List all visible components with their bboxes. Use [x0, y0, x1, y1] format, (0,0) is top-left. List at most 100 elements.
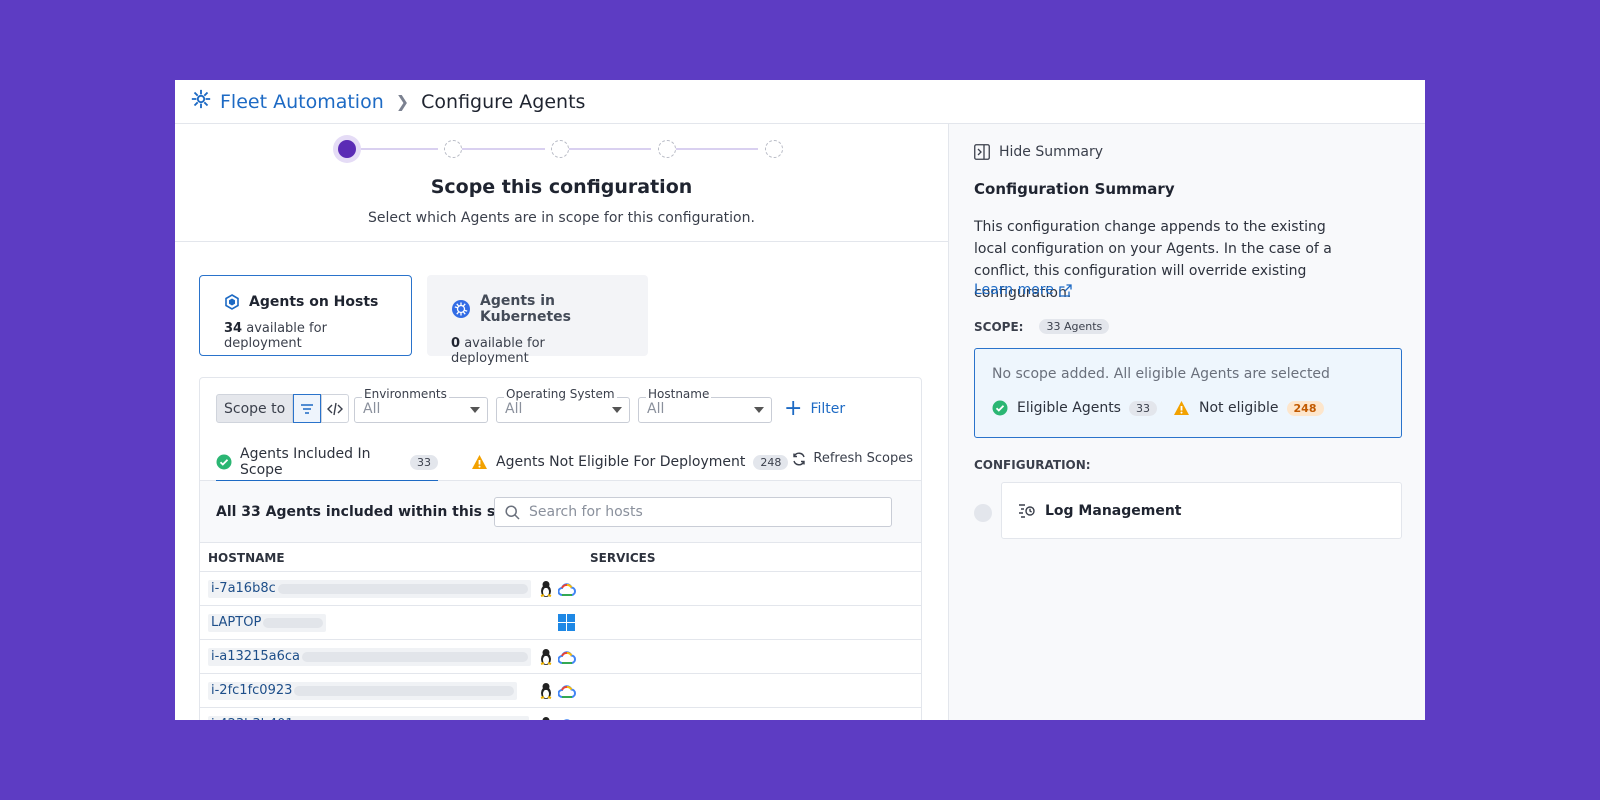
kubernetes-icon [451, 299, 471, 319]
filter-label: Filter [810, 401, 846, 417]
refresh-icon [792, 452, 806, 466]
card-count: 34 [224, 321, 243, 336]
log-management-label: Log Management [1045, 502, 1182, 519]
section-title: Scope this configuration [430, 176, 693, 198]
windows-icon [558, 614, 575, 635]
hostname-dropdown[interactable]: All Hostname [638, 387, 772, 423]
column-services[interactable]: SERVICES [590, 551, 655, 565]
card-subtitle: available for deployment [451, 336, 545, 366]
operating-system-dropdown[interactable]: All Operating System [496, 387, 630, 423]
gcp-cloud-icon [557, 650, 576, 669]
caret-down-icon [612, 407, 622, 413]
chevron-right-icon: ❯ [395, 92, 410, 111]
scope-to-toggle: Scope to [216, 394, 350, 423]
add-filter-button[interactable]: + Filter [784, 398, 845, 420]
gcp-cloud-icon [557, 582, 576, 601]
stepper-line [666, 148, 758, 150]
gcp-cloud-icon [557, 684, 576, 703]
agents-in-kubernetes-card[interactable]: Agents in Kubernetes 0 available for dep… [427, 275, 648, 366]
step-5[interactable] [765, 140, 783, 158]
breadcrumb-fleet-automation[interactable]: Fleet Automation [220, 91, 384, 113]
step-3[interactable] [551, 140, 569, 158]
table-row[interactable]: i-423b3b401 [200, 708, 921, 720]
plus-icon: + [784, 396, 803, 421]
os-icons [558, 614, 575, 635]
breadcrumb: Fleet Automation ❯ Configure Agents [175, 80, 1425, 124]
caret-down-icon [754, 407, 764, 413]
step-2[interactable] [444, 140, 462, 158]
scope-to-label: Scope to [216, 394, 294, 423]
stepper-line [559, 148, 651, 150]
linux-icon [538, 682, 554, 704]
scope-label-text: SCOPE: [974, 319, 1024, 334]
stepper [175, 124, 948, 174]
hide-summary-button[interactable]: Hide Summary [974, 144, 1103, 160]
count-badge: 248 [753, 454, 789, 470]
table-row[interactable]: i-a13215a6ca [200, 640, 921, 674]
tab-label: Agents Included In Scope [240, 446, 371, 478]
column-hostname[interactable]: HOSTNAME [208, 551, 285, 565]
stepper-line [453, 148, 545, 150]
table-header: HOSTNAME SERVICES [200, 543, 921, 572]
fleet-automation-icon [190, 88, 212, 115]
scope-info-box: No scope added. All eligible Agents are … [974, 348, 1402, 438]
not-eligible-label: Not eligible [1198, 400, 1279, 416]
linux-icon [538, 648, 554, 670]
hostname-link[interactable]: LAPTOP [208, 614, 327, 632]
step-1[interactable] [338, 140, 356, 158]
section-subtitle: Select which Agents are in scope for thi… [368, 210, 755, 226]
summary-sidebar: Hide Summary Configuration Summary This … [948, 124, 1425, 720]
environments-label: Environments [362, 387, 449, 401]
card-title: Agents on Hosts [249, 294, 379, 310]
eligibility-stats: Eligible Agents 33 Not eligible 248 [992, 400, 1324, 416]
refresh-label: Refresh Scopes [813, 451, 913, 466]
check-circle-icon [216, 454, 232, 470]
learn-more-link[interactable]: Learn more [974, 282, 1072, 298]
card-count: 0 [451, 336, 461, 351]
os-icons [538, 682, 576, 704]
not-eligible-count: 248 [1286, 400, 1324, 416]
operating-system-label: Operating System [504, 387, 617, 401]
scope-summary-text: All 33 Agents included within this scope [216, 504, 533, 520]
summary-title: Configuration Summary [974, 180, 1175, 198]
divider [175, 241, 948, 242]
scope-tabs: Agents Included In Scope 33 Agents Not E… [200, 441, 921, 483]
table-row[interactable]: LAPTOP [200, 606, 921, 640]
tab-included[interactable]: Agents Included In Scope 33 [216, 446, 438, 483]
log-management-card[interactable]: Log Management [1001, 482, 1402, 539]
warning-icon [471, 454, 488, 470]
code-icon[interactable] [321, 394, 350, 423]
refresh-scopes-button[interactable]: Refresh Scopes [792, 451, 913, 466]
search-input[interactable]: Search for hosts [494, 497, 892, 527]
hostname-link[interactable]: i-2fc1fc0923 [208, 682, 518, 700]
external-link-icon [1059, 283, 1072, 297]
config-radio[interactable] [974, 504, 992, 522]
filter-lines-icon[interactable] [293, 394, 322, 423]
app-window: Fleet Automation ❯ Configure Agents Scop… [175, 80, 1425, 720]
eligible-label: Eligible Agents [1017, 400, 1121, 416]
tab-label: Agents Not Eligible For Deployment [496, 454, 746, 470]
page-title: Configure Agents [421, 90, 586, 113]
linux-icon [538, 716, 554, 720]
tab-not-eligible[interactable]: Agents Not Eligible For Deployment 248 [471, 451, 789, 473]
search-bar: All 33 Agents included within this scope… [200, 481, 921, 543]
table-row[interactable]: i-2fc1fc0923 [200, 674, 921, 708]
step-4[interactable] [658, 140, 676, 158]
hostname-link[interactable]: i-7a16b8c [208, 580, 531, 598]
gcp-cloud-icon [558, 718, 576, 720]
card-title: Agents in Kubernetes [480, 293, 571, 325]
main-panel: Scope this configuration Select which Ag… [175, 124, 948, 720]
configuration-label: CONFIGURATION: [974, 458, 1091, 472]
collapse-panel-icon [974, 144, 990, 160]
hostname-link[interactable]: i-423b3b401 [208, 716, 529, 720]
agents-on-hosts-card[interactable]: Agents on Hosts 34 available for deploym… [199, 275, 412, 356]
environments-dropdown[interactable]: All Environments [354, 387, 488, 423]
caret-down-icon [470, 407, 480, 413]
scope-label: SCOPE: 33 Agents [974, 319, 1110, 334]
count-badge: 33 [410, 454, 438, 470]
scope-message: No scope added. All eligible Agents are … [992, 366, 1330, 382]
hostname-link[interactable]: i-a13215a6ca [208, 648, 531, 666]
log-management-icon [1018, 503, 1036, 519]
hide-summary-label: Hide Summary [999, 144, 1104, 160]
table-row[interactable]: i-7a16b8c [200, 572, 921, 606]
